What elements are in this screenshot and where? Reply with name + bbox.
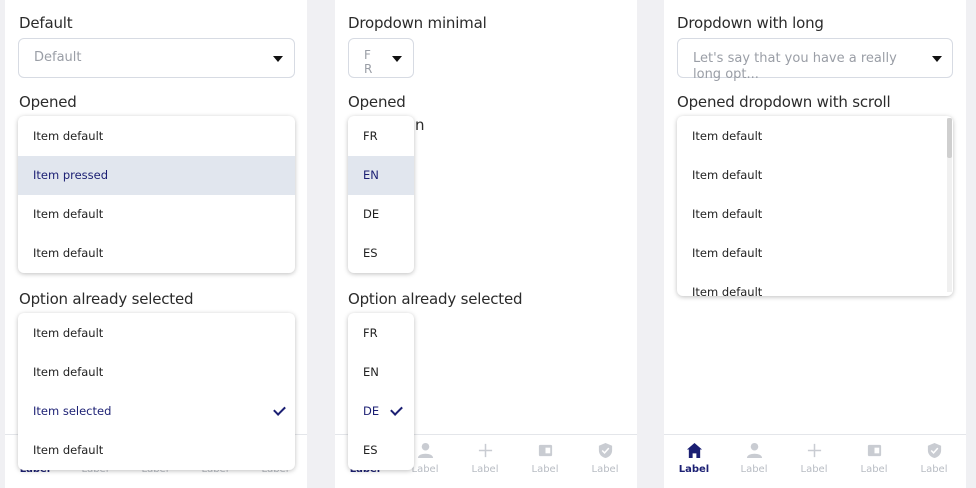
tab-add[interactable]: Label [455, 435, 515, 481]
tab-label: Label [531, 464, 559, 475]
home-icon [686, 442, 703, 459]
scrollbar-thumb[interactable] [947, 118, 952, 158]
tab-security[interactable]: Label [575, 435, 635, 481]
caret-down-icon [392, 56, 402, 62]
wallet-icon [867, 444, 882, 457]
tab-profile[interactable]: Label [724, 435, 784, 481]
option-selected-label: Option already selected [19, 290, 194, 308]
opened-label: Opened [348, 93, 406, 111]
menu-item[interactable]: Item default [677, 273, 953, 296]
menu-item[interactable]: EN [348, 353, 414, 392]
tab-security[interactable]: Label [904, 435, 964, 481]
tab-add[interactable]: Label [784, 435, 844, 481]
menu-item[interactable]: Item default [677, 156, 953, 195]
caret-down-icon [932, 56, 942, 62]
plus-icon [807, 443, 822, 458]
tab-home[interactable]: Label [664, 435, 724, 481]
tab-wallet[interactable]: Label [844, 435, 904, 481]
menu-item[interactable]: Item default [18, 353, 295, 392]
long-dropdown[interactable]: Let's say that you have a really long op… [677, 38, 953, 82]
menu-item[interactable]: FR [348, 117, 414, 156]
menu-item-selected[interactable]: Item selected [18, 392, 295, 431]
shield-icon [598, 442, 613, 459]
wallet-icon [538, 444, 553, 457]
minimal-dropdown-value: F R [364, 48, 373, 76]
tab-label: Label [678, 464, 710, 475]
menu-item-pressed[interactable]: EN [348, 156, 414, 195]
opened-partial-text: n [415, 116, 425, 134]
minimal-opened-menu: FR EN DE ES [348, 116, 414, 273]
shield-icon [927, 442, 942, 459]
tab-wallet[interactable]: Label [515, 435, 575, 481]
person-icon [746, 442, 763, 459]
menu-item[interactable]: Item default [677, 234, 953, 273]
bottom-tab-bar: Label Label Label Label Label [664, 434, 966, 480]
menu-item-selected-label: DE [363, 404, 380, 418]
menu-item[interactable]: Item default [677, 195, 953, 234]
long-label: Dropdown with long [677, 14, 824, 32]
panel-dropdown-long: Dropdown with long Let's say that you ha… [664, 0, 966, 488]
menu-item[interactable]: ES [348, 234, 414, 273]
panel-dropdown-default: Default Default Opened Item default Item… [5, 0, 307, 488]
menu-item-pressed[interactable]: Item pressed [18, 156, 295, 195]
menu-item[interactable]: FR [348, 314, 414, 353]
long-dropdown-value: Let's say that you have a really long op… [693, 51, 897, 82]
default-label: Default [19, 14, 73, 32]
menu-item[interactable]: Item default [18, 195, 295, 234]
tab-label: Label [471, 464, 499, 475]
scrollbar[interactable] [947, 118, 952, 292]
tab-label: Label [800, 464, 828, 475]
plus-icon [478, 443, 493, 458]
opened-label: Opened [19, 93, 77, 111]
scroll-label: Opened dropdown with scroll [677, 93, 891, 111]
menu-item[interactable]: Item default [18, 314, 295, 353]
menu-item[interactable]: Item default [18, 431, 295, 470]
menu-item[interactable]: ES [348, 431, 414, 470]
minimal-label: Dropdown minimal [348, 14, 487, 32]
menu-item-selected-label: Item selected [33, 404, 112, 418]
person-icon [417, 442, 434, 459]
panel-dropdown-minimal: Dropdown minimal F R Opened n FR EN DE E… [335, 0, 637, 488]
minimal-dropdown[interactable]: F R [348, 38, 414, 78]
menu-item[interactable]: Item default [677, 117, 953, 156]
default-dropdown-value: Default [34, 50, 82, 65]
menu-item[interactable]: Item default [18, 117, 295, 156]
menu-item-selected[interactable]: DE [348, 392, 414, 431]
checkmark-icon [390, 403, 403, 416]
menu-item[interactable]: Item default [18, 234, 295, 273]
selected-dropdown-menu: Item default Item default Item selected … [18, 313, 295, 470]
menu-item[interactable]: DE [348, 195, 414, 234]
tab-label: Label [740, 464, 768, 475]
tab-label: Label [920, 464, 948, 475]
default-dropdown[interactable]: Default [18, 38, 295, 78]
tab-label: Label [860, 464, 888, 475]
minimal-selected-menu: FR EN DE ES [348, 313, 414, 470]
scroll-dropdown-menu: Item default Item default Item default I… [677, 116, 953, 296]
tab-label: Label [591, 464, 619, 475]
option-selected-label: Option already selected [348, 290, 523, 308]
checkmark-icon [273, 403, 286, 416]
caret-down-icon [273, 56, 283, 62]
opened-dropdown-menu: Item default Item pressed Item default I… [18, 116, 295, 273]
